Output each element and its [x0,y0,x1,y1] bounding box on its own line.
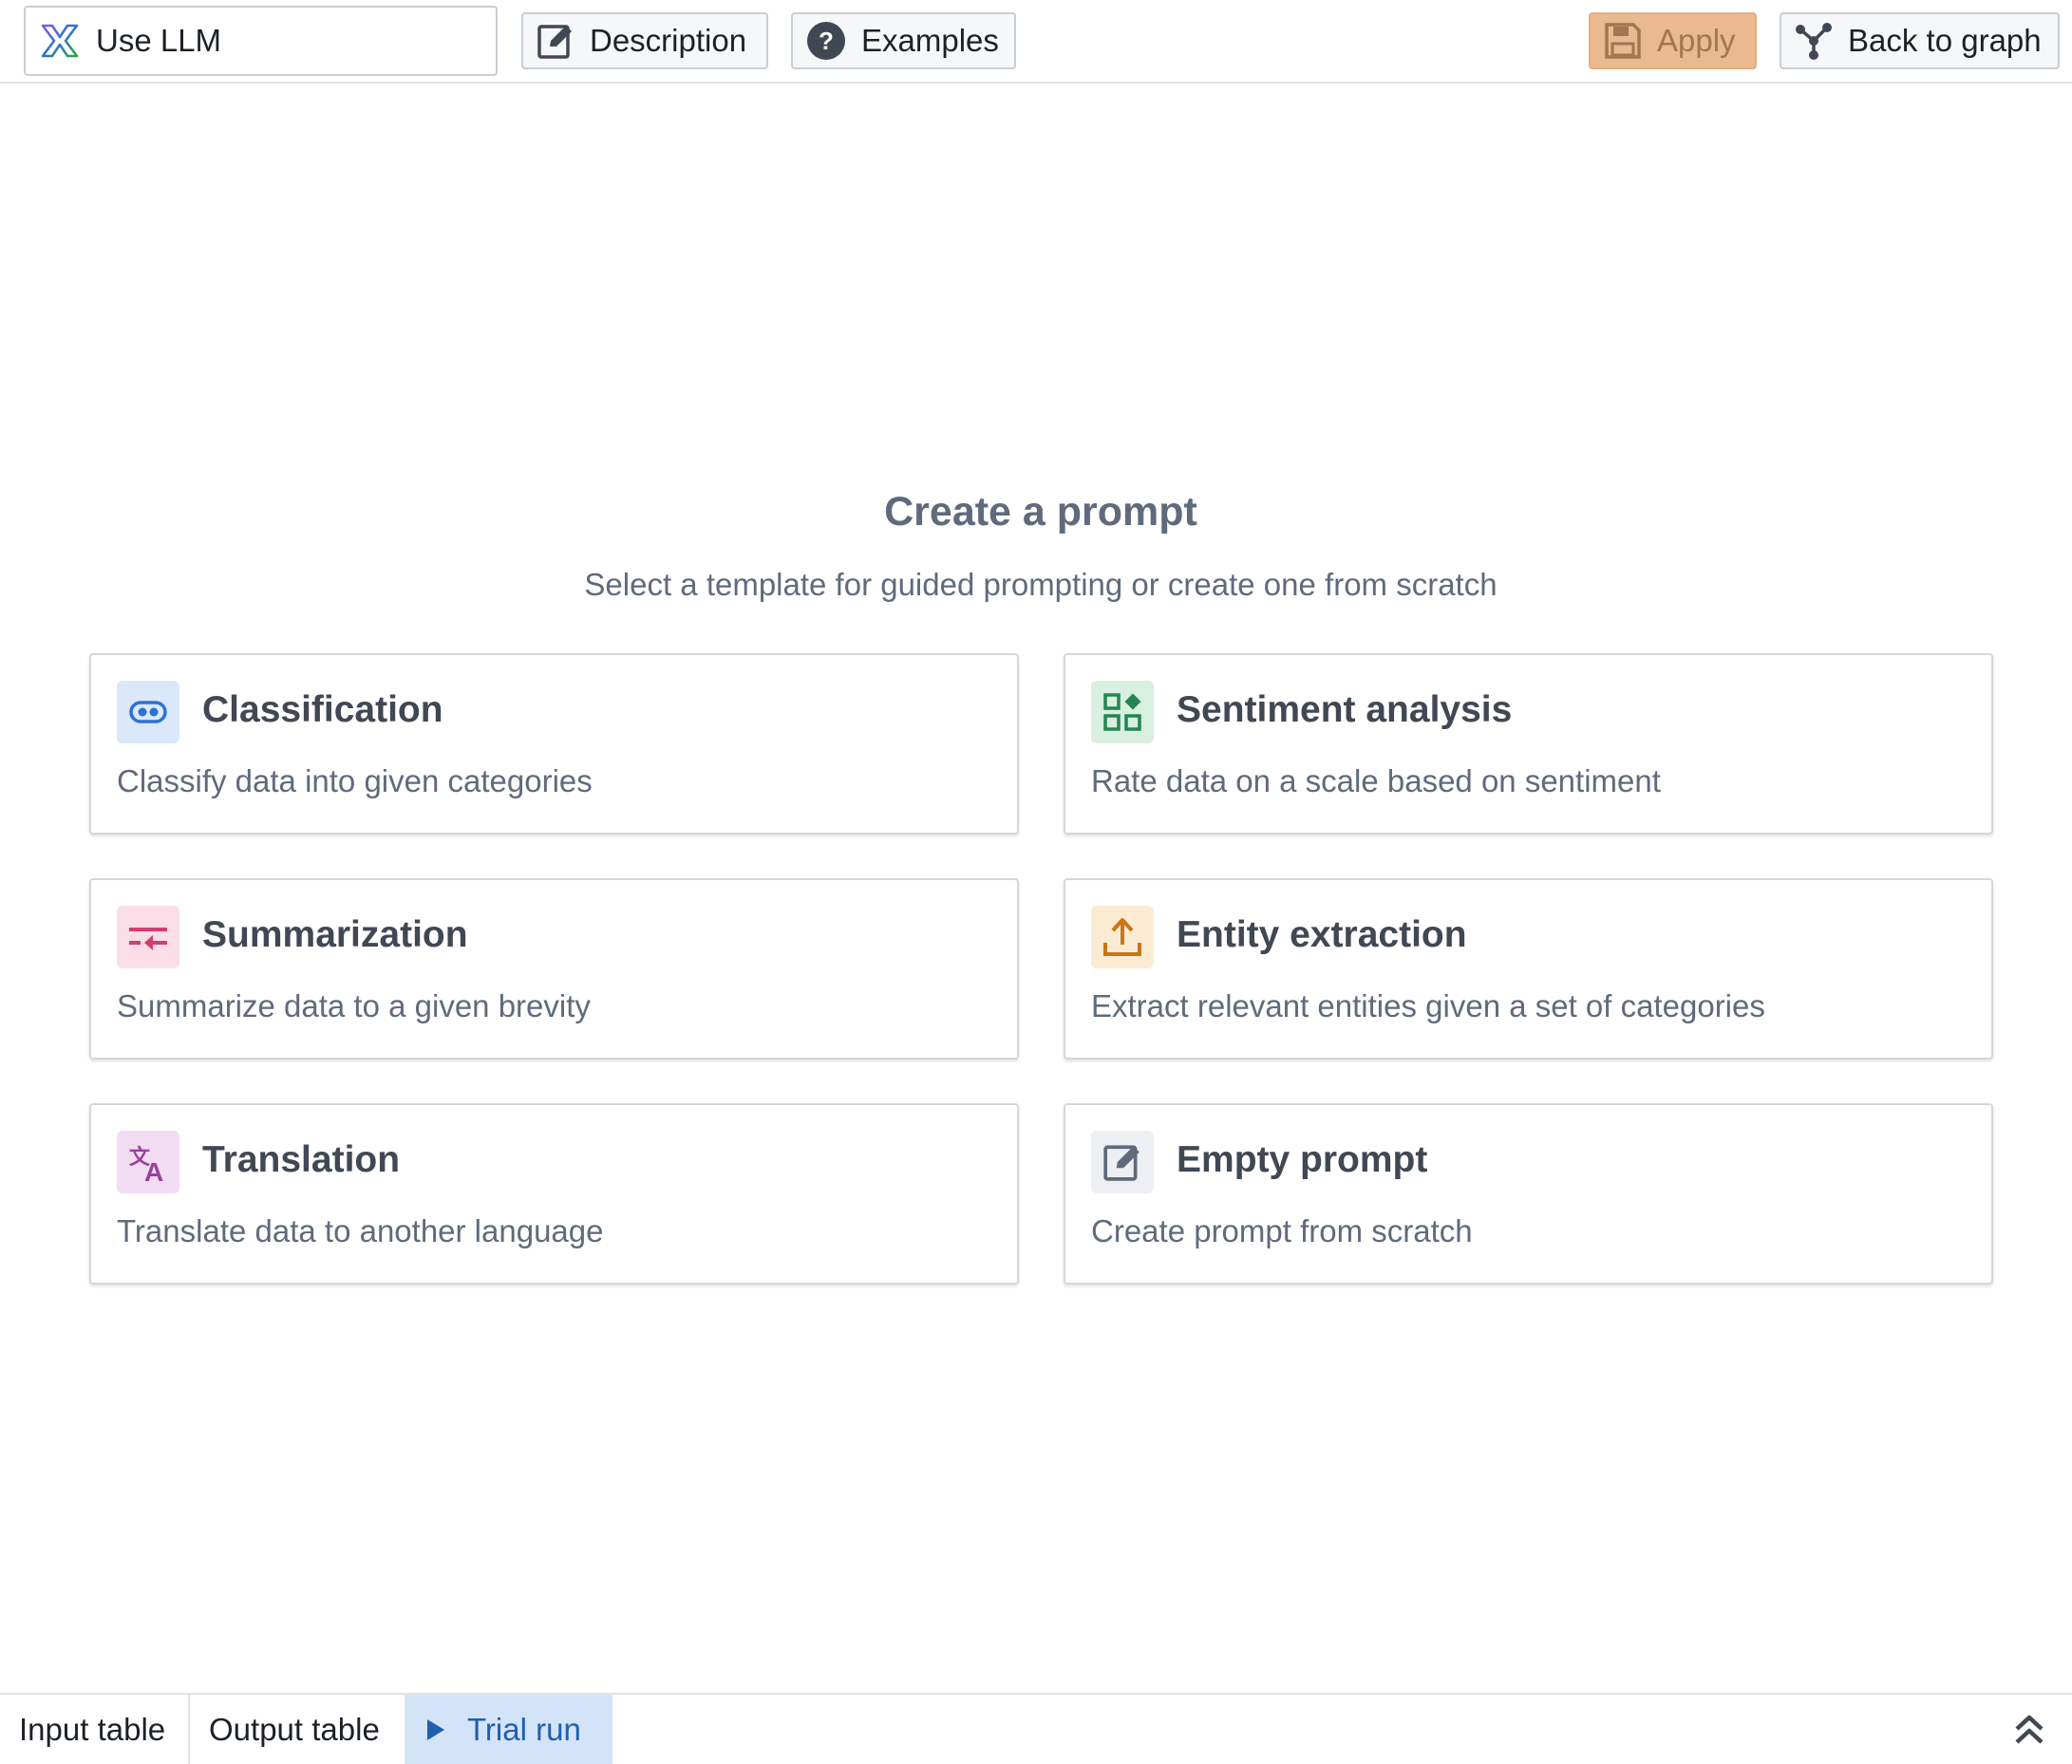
template-description: Rate data on a scale based on sentiment [1091,763,1661,798]
template-title: Sentiment analysis [1177,689,1513,730]
template-description: Create prompt from scratch [1091,1213,1473,1248]
template-title: Entity extraction [1177,914,1467,955]
svg-text:A: A [144,1157,163,1183]
template-description: Summarize data to a given brevity [117,988,591,1023]
node-name-field[interactable]: Use LLM [24,6,498,76]
tab-output-table-label: Output table [209,1711,380,1747]
summarize-icon [129,928,167,950]
template-description: Extract relevant entities given a set of… [1091,988,1765,1023]
edit-icon [537,25,572,59]
save-icon [1605,23,1641,59]
play-icon [427,1718,444,1740]
examples-label: Examples [861,23,999,58]
template-description: Translate data to another language [117,1213,604,1248]
translation-icon-box: 文 A [117,1131,179,1193]
sentiment-icon-box [1091,681,1154,743]
template-card-empty-prompt[interactable]: Empty prompt Create prompt from scratch [1064,1103,1993,1285]
back-to-graph-label: Back to graph [1848,23,2042,58]
back-to-graph-button[interactable]: Back to graph [1780,12,2060,69]
tab-input-table[interactable]: Input table [0,1695,190,1764]
double-chevron-up-icon[interactable] [2011,1712,2047,1748]
tab-output-table[interactable]: Output table [190,1695,406,1764]
classification-icon-box [117,681,179,743]
help-icon: ? [807,22,845,60]
template-title: Translation [202,1139,401,1180]
tab-trial-run[interactable]: Trial run [406,1695,612,1764]
template-card-summarization[interactable]: Summarization Summarize data to a given … [89,878,1019,1060]
template-title: Classification [202,689,443,730]
apply-button[interactable]: Apply [1589,12,1757,69]
template-card-translation[interactable]: 文 A Translation Translate data to anothe… [89,1103,1019,1285]
classification-icon [129,701,167,723]
llm-icon [41,24,79,58]
page-subtitle: Select a template for guided prompting o… [584,567,1497,602]
tab-input-table-label: Input table [19,1711,166,1747]
description-button[interactable]: Description [521,12,768,69]
template-card-sentiment-analysis[interactable]: Sentiment analysis Rate data on a scale … [1064,653,1993,835]
template-card-entity-extraction[interactable]: Entity extraction Extract relevant entit… [1064,878,1993,1060]
top-toolbar: Use LLM Description ? Examples Apply Bac… [0,0,2072,84]
edit-icon [1103,1145,1140,1181]
svg-text:?: ? [819,27,834,55]
empty-prompt-icon-box [1091,1131,1154,1193]
node-name-value: Use LLM [96,23,222,58]
page-title: Create a prompt [884,489,1197,535]
template-card-classification[interactable]: Classification Classify data into given … [89,653,1019,835]
template-title: Summarization [202,914,468,955]
translate-icon: 文 A [129,1145,163,1183]
bottom-tab-bar: Input table Output table Trial run [0,1693,2072,1764]
summarization-icon-box [117,906,179,968]
examples-button[interactable]: ? Examples [791,12,1016,69]
upload-icon [1103,918,1141,956]
template-title: Empty prompt [1177,1139,1428,1180]
entity-extraction-icon-box [1091,906,1154,968]
apply-label: Apply [1657,23,1736,58]
sentiment-grid-icon [1103,693,1141,731]
template-description: Classify data into given categories [117,763,593,798]
tab-trial-run-label: Trial run [467,1711,581,1747]
graph-icon [1796,23,1832,60]
description-label: Description [590,23,747,58]
